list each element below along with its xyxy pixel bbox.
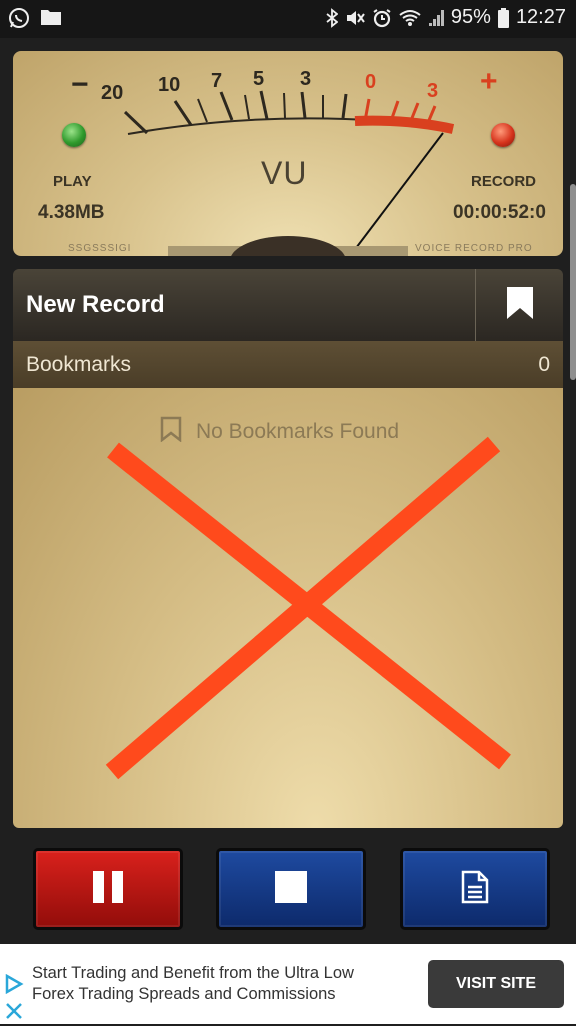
bookmarks-count: 0: [538, 353, 550, 376]
signal-icon: [428, 9, 444, 27]
whatsapp-icon: [8, 7, 30, 29]
ad-banner[interactable]: Start Trading and Benefit from the Ultra…: [0, 944, 576, 1024]
cross-mark-overlay: [105, 436, 511, 780]
record-header: New Record: [13, 269, 563, 341]
pause-icon: [91, 870, 125, 909]
scale-label-20: 20: [101, 82, 124, 104]
vu-meter: − 20 10 7 5 3 0 3 + PLAY 4.38MB VU RECOR…: [13, 51, 563, 256]
play-led-icon: [62, 123, 86, 147]
status-bar: 95% 12:27: [0, 0, 576, 38]
plus-sign: +: [480, 65, 498, 98]
record-led-icon: [491, 123, 515, 147]
scrollbar-thumb[interactable]: [570, 184, 576, 380]
clock: 12:27: [515, 6, 566, 28]
visit-site-button[interactable]: VISIT SITE: [428, 960, 564, 1008]
scale-label-7: 7: [211, 70, 223, 92]
ad-choices[interactable]: [4, 973, 24, 1026]
battery-icon: [497, 7, 509, 28]
scale-label-0: 0: [365, 71, 377, 93]
bookmarks-label: Bookmarks: [26, 353, 132, 376]
stop-icon: [274, 870, 308, 909]
scale-label-3: 3: [300, 68, 312, 90]
folder-icon: [40, 7, 62, 29]
pause-button[interactable]: [33, 848, 183, 930]
stop-button[interactable]: [216, 848, 366, 930]
battery-percent: 95%: [450, 6, 491, 28]
scale-label-5: 5: [253, 68, 265, 90]
bookmarks-bar: Bookmarks 0: [13, 341, 563, 388]
scale-label-plus3: 3: [427, 80, 439, 102]
brand-right: VOICE RECORD PRO: [415, 243, 533, 254]
bluetooth-icon: [326, 7, 338, 28]
bookmark-icon: [506, 286, 534, 325]
add-bookmark-button[interactable]: [475, 269, 563, 341]
alarm-icon: [372, 8, 392, 28]
record-title[interactable]: New Record: [26, 291, 165, 319]
elapsed-time: 00:00:52:0: [453, 202, 546, 223]
ad-text-line2: Forex Trading Spreads and Commissions: [32, 985, 336, 1003]
close-icon[interactable]: [4, 1001, 24, 1026]
ad-text-line1: Start Trading and Benefit from the Ultra…: [32, 964, 354, 982]
wifi-icon: [399, 9, 421, 27]
record-label: RECORD: [471, 173, 537, 190]
scale-label-10: 10: [158, 74, 181, 96]
minus-sign: −: [71, 68, 89, 101]
vu-title: VU: [261, 155, 308, 191]
adchoices-play-icon: [4, 973, 24, 998]
document-icon: [461, 870, 489, 909]
bookmarks-list: No Bookmarks Found: [13, 388, 563, 828]
file-size: 4.38MB: [38, 202, 105, 223]
notes-button[interactable]: [400, 848, 550, 930]
play-label: PLAY: [53, 173, 92, 190]
mute-icon: [345, 8, 365, 28]
brand-left: SSGSSSIGI: [68, 243, 132, 254]
